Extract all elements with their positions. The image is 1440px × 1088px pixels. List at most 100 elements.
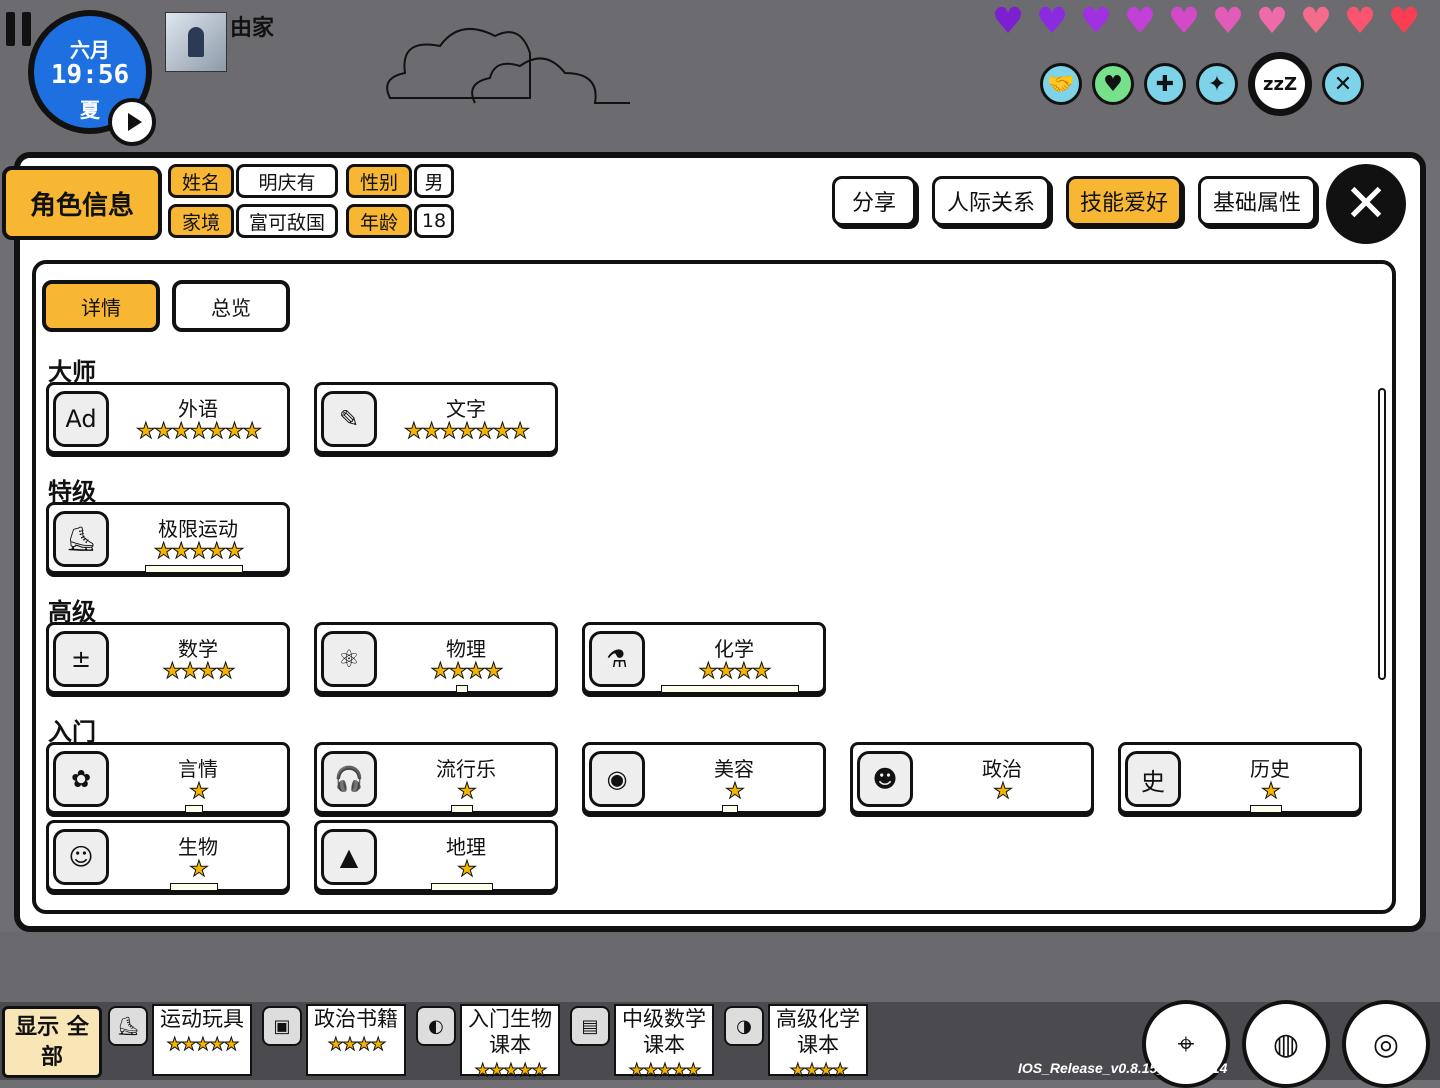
skill-card-extreme-sports[interactable]: ⛸ 极限运动 ★★★★★	[46, 502, 290, 574]
cloud-decoration	[386, 28, 630, 104]
item-name: 入门生物 课本	[468, 1007, 552, 1057]
progress-bar	[1250, 805, 1282, 813]
human-body-icon: ☺	[53, 829, 109, 885]
heart-status-icon[interactable]: ♥	[1092, 63, 1134, 105]
age-value: 18	[414, 204, 454, 238]
item-stars: ★★★★★	[166, 1034, 240, 1056]
fork-knife-icon[interactable]: ✕	[1322, 63, 1364, 105]
biology-book-icon: ◐	[416, 1006, 456, 1046]
avatar[interactable]	[165, 12, 227, 72]
inventory-item[interactable]: 入门生物 课本 ★★★★★	[460, 1004, 560, 1082]
scrollbar[interactable]	[1378, 388, 1386, 680]
month-label: 六月	[70, 38, 110, 62]
skill-stars: ★	[457, 857, 478, 882]
item-name: 运动玩具	[160, 1007, 244, 1031]
skill-card-physics[interactable]: ⚛ 物理 ★★★★	[314, 622, 558, 694]
skill-stars: ★★★★	[698, 659, 772, 684]
skill-name: 政治	[982, 757, 1022, 781]
skill-card-geography[interactable]: ▲ 地理 ★	[314, 820, 558, 892]
map-icon: ▲	[321, 829, 377, 885]
progress-bar	[722, 805, 738, 813]
skill-card-writing[interactable]: ✎ 文字 ★★★★★★★	[314, 382, 558, 454]
show-all-button[interactable]: 显示 全部	[2, 1006, 102, 1078]
heart-icon: ♥	[1035, 1, 1069, 42]
backpack-icon[interactable]: ◍	[1242, 1000, 1330, 1088]
skill-name: 地理	[446, 835, 486, 859]
skill-card-math[interactable]: ± 数学 ★★★★	[46, 622, 290, 694]
math-book-icon: ▤	[570, 1006, 610, 1046]
progress-bar	[456, 685, 468, 693]
skill-card-chemistry[interactable]: ⚗ 化学 ★★★★	[582, 622, 826, 694]
skill-name: 历史	[1250, 757, 1290, 781]
background-ground	[0, 932, 1440, 1002]
inventory-item[interactable]: 政治书籍 ★★★★	[306, 1004, 406, 1076]
skill-name: 数学	[178, 637, 218, 661]
item-stars: ★★★★★	[474, 1060, 548, 1082]
version-label: IOS_Release_v0.8.15_20200714	[1018, 1060, 1228, 1076]
name-value: 明庆有	[236, 164, 338, 198]
skill-stars: ★	[993, 779, 1014, 804]
skill-card-pop-music[interactable]: 🎧 流行乐 ★	[314, 742, 558, 814]
sleep-icon[interactable]: zzZ	[1248, 52, 1312, 116]
item-stars: ★★★★	[327, 1034, 387, 1056]
history-glyph-icon: 史	[1125, 751, 1181, 807]
progress-bar	[431, 883, 493, 891]
gamepad-icon[interactable]: ✚	[1144, 63, 1186, 105]
mood-hearts: ♥ ♥ ♥ ♥ ♥ ♥ ♥ ♥ ♥ ♥	[988, 4, 1424, 40]
location-label: 由家	[230, 16, 275, 41]
item-name: 高级化学 课本	[776, 1007, 860, 1057]
item-stars: ★★★★★	[628, 1060, 702, 1082]
attributes-tab[interactable]: 基础属性	[1198, 176, 1316, 226]
skill-name: 文字	[446, 397, 486, 421]
math-symbols-icon: ±	[53, 631, 109, 687]
rose-icon: ✿	[53, 751, 109, 807]
skill-name: 流行乐	[436, 757, 496, 781]
close-button[interactable]: ✕	[1326, 164, 1406, 244]
relations-tab[interactable]: 人际关系	[932, 176, 1050, 226]
skill-stars: ★★★★★★★	[135, 419, 262, 444]
inventory-item[interactable]: 运动玩具 ★★★★★	[152, 1004, 252, 1076]
heart-icon: ♥	[1167, 1, 1201, 42]
skill-card-beauty[interactable]: ◉ 美容 ★	[582, 742, 826, 814]
handshake-icon[interactable]: 🤝	[1040, 63, 1082, 105]
status-icons: 🤝 ♥ ✚ ✦ zzZ ✕	[1040, 52, 1364, 116]
skill-name: 言情	[178, 757, 218, 781]
ad-icon: Ad	[53, 391, 109, 447]
sparkle-icon[interactable]: ✦	[1196, 63, 1238, 105]
skills-list-panel	[32, 260, 1396, 914]
skill-card-history[interactable]: 史 历史 ★	[1118, 742, 1362, 814]
phone-icon[interactable]: ◎	[1342, 1000, 1430, 1088]
skills-tab[interactable]: 技能爱好	[1066, 176, 1182, 226]
atom-icon: ⚛	[321, 631, 377, 687]
eye-icon: ◉	[589, 751, 645, 807]
skill-name: 外语	[178, 397, 218, 421]
inventory-item[interactable]: 中级数学 课本 ★★★★★	[614, 1004, 714, 1082]
tab-detail[interactable]: 详情	[42, 280, 160, 332]
heart-icon: ♥	[1123, 1, 1157, 42]
skill-card-foreign-language[interactable]: Ad 外语 ★★★★★★★	[46, 382, 290, 454]
panel-title: 角色信息	[2, 166, 162, 240]
name-label: 姓名	[168, 164, 234, 198]
headphones-icon: 🎧	[321, 751, 377, 807]
progress-bar	[451, 805, 473, 813]
skill-name: 美容	[714, 757, 754, 781]
chemistry-book-icon: ◑	[724, 1006, 764, 1046]
skill-card-biology[interactable]: ☺ 生物 ★	[46, 820, 290, 892]
inventory-item[interactable]: 高级化学 课本 ★★★★	[768, 1004, 868, 1082]
progress-bar	[661, 685, 799, 693]
family-value: 富可敌国	[236, 204, 338, 238]
tab-overview[interactable]: 总览	[172, 280, 290, 332]
skill-stars: ★★★★★	[153, 539, 245, 564]
skill-stars: ★★★★	[430, 659, 504, 684]
skill-stars: ★★★★★★★	[403, 419, 530, 444]
play-button[interactable]	[108, 98, 156, 146]
share-button[interactable]: 分享	[832, 176, 916, 226]
heart-icon: ♥	[1299, 1, 1333, 42]
item-name: 政治书籍	[314, 1007, 398, 1031]
skill-name: 化学	[714, 637, 754, 661]
skill-card-politics[interactable]: ☻ 政治 ★	[850, 742, 1094, 814]
skill-card-romance[interactable]: ✿ 言情 ★	[46, 742, 290, 814]
skill-name: 极限运动	[158, 517, 238, 541]
item-stars: ★★★★	[789, 1060, 849, 1082]
skill-name: 物理	[446, 637, 486, 661]
